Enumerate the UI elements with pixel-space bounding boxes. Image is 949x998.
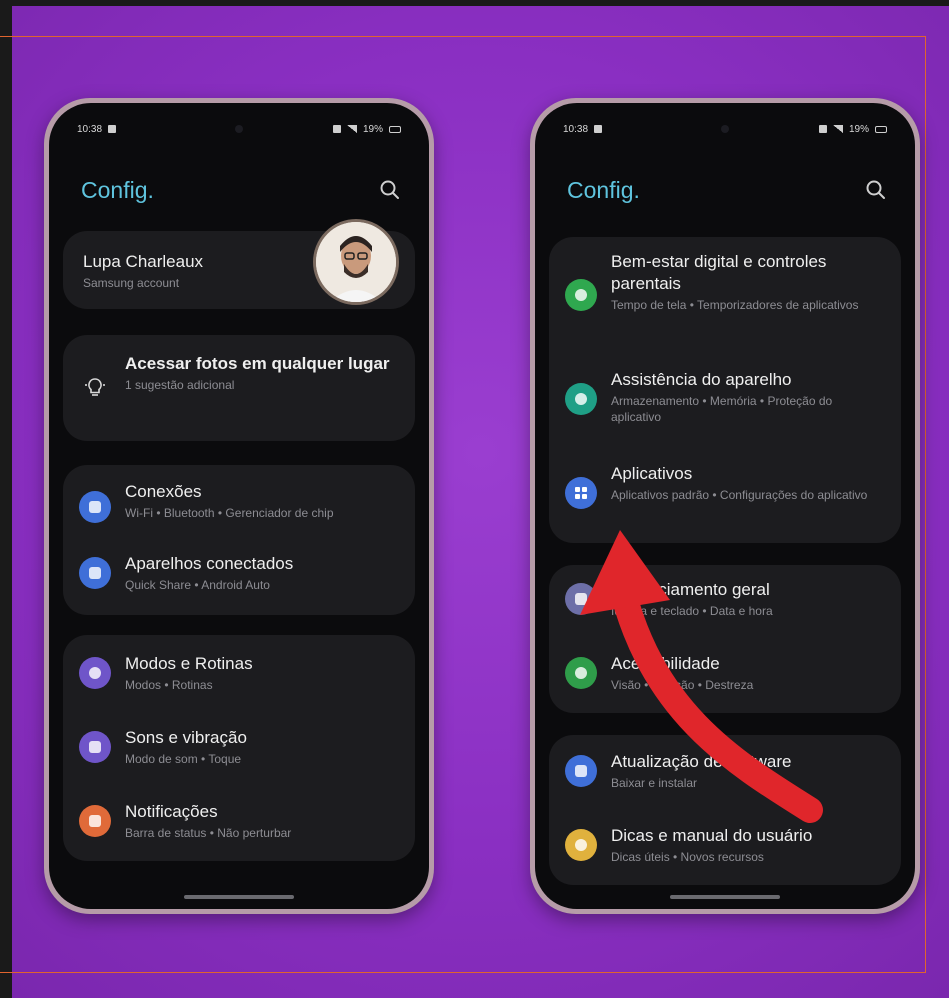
- status-time: 10:38: [563, 123, 589, 135]
- page-title: Config.: [81, 176, 154, 203]
- app-header: Config.: [567, 173, 887, 207]
- battery-percent: 19%: [362, 123, 383, 135]
- item-title: Notificações: [125, 802, 218, 821]
- signal-icon: [832, 125, 843, 133]
- right-phone: 10:38 19% Config. Bem-estar digital e co…: [530, 98, 920, 914]
- gallery-icon: [108, 125, 117, 133]
- item-subtitle: Barra de status • Não perturbar: [125, 826, 292, 840]
- item-title: Atualização de software: [611, 752, 792, 771]
- notification-icon: [79, 805, 111, 837]
- connections-group: Conexões Wi-Fi • Bluetooth • Gerenciador…: [63, 465, 415, 615]
- apps-icon: [565, 477, 597, 509]
- item-subtitle: Wi-Fi • Bluetooth • Gerenciador de chip: [125, 506, 334, 520]
- battery-icon: [875, 125, 887, 133]
- item-subtitle: Quick Share • Android Auto: [125, 578, 270, 592]
- avatar-photo: [316, 222, 396, 302]
- avatar[interactable]: [313, 219, 399, 305]
- item-title: Bem-estar digital e controles parentais: [611, 252, 827, 293]
- device-group: Bem-estar digital e controles parentais …: [549, 237, 901, 543]
- item-title: Modos e Rotinas: [125, 654, 253, 673]
- item-subtitle: Modos • Rotinas: [125, 678, 213, 692]
- suggestion-subtitle: 1 sugestão adicional: [125, 378, 235, 392]
- item-subtitle: Baixar e instalar: [611, 776, 698, 790]
- settings-item-accessibility[interactable]: Acessibilidade Visão • Audição • Destrez…: [549, 653, 901, 709]
- status-time: 10:38: [77, 123, 103, 135]
- wellbeing-icon: [565, 279, 597, 311]
- item-title: Aparelhos conectados: [125, 554, 294, 573]
- tips-icon: [565, 829, 597, 861]
- device-care-icon: [565, 383, 597, 415]
- settings-item-device-care[interactable]: Assistência do aparelho Armazenamento • …: [549, 369, 901, 443]
- settings-item-tips[interactable]: Dicas e manual do usuário Dicas úteis • …: [549, 825, 901, 881]
- item-title: Acessibilidade: [611, 654, 720, 673]
- settings-item-general-management[interactable]: Gerenciamento geral Idioma e teclado • D…: [549, 579, 901, 639]
- search-icon[interactable]: [865, 179, 887, 201]
- app-header: Config.: [81, 173, 401, 207]
- profile-account: Samsung account: [83, 276, 180, 290]
- item-subtitle: Dicas úteis • Novos recursos: [611, 850, 764, 864]
- modes-icon: [79, 657, 111, 689]
- accessibility-icon: [565, 657, 597, 689]
- settings-item-software-update[interactable]: Atualização de software Baixar e instala…: [549, 751, 901, 811]
- settings-item-sounds[interactable]: Sons e vibração Modo de som • Toque: [63, 727, 415, 787]
- suggestion-card[interactable]: Acessar fotos em qualquer lugar 1 sugest…: [63, 335, 415, 441]
- item-subtitle: Armazenamento • Memória • Proteção do ap…: [611, 394, 833, 424]
- item-title: Conexões: [125, 482, 202, 501]
- wifi-icon: [79, 491, 111, 523]
- devices-icon: [79, 557, 111, 589]
- settings-item-apps[interactable]: Aplicativos Aplicativos padrão • Configu…: [549, 463, 901, 537]
- left-phone-screen: 10:38 19% Config. Lupa Charleaux Samsung…: [49, 103, 429, 909]
- item-title: Aplicativos: [611, 464, 693, 483]
- item-subtitle: Modo de som • Toque: [125, 752, 242, 766]
- settings-item-connected-devices[interactable]: Aparelhos conectados Quick Share • Andro…: [63, 553, 415, 609]
- item-title: Dicas e manual do usuário: [611, 826, 813, 845]
- item-title: Assistência do aparelho: [611, 370, 792, 389]
- frame-line-top: [0, 36, 926, 37]
- home-indicator[interactable]: [184, 895, 294, 899]
- item-subtitle: Idioma e teclado • Data e hora: [611, 604, 773, 618]
- signal-icon: [346, 125, 357, 133]
- item-subtitle: Tempo de tela • Temporizadores de aplica…: [611, 298, 859, 312]
- settings-item-connections[interactable]: Conexões Wi-Fi • Bluetooth • Gerenciador…: [63, 479, 415, 539]
- home-indicator[interactable]: [670, 895, 780, 899]
- battery-icon: [389, 125, 401, 133]
- item-title: Sons e vibração: [125, 728, 247, 747]
- item-subtitle: Aplicativos padrão • Configurações do ap…: [611, 488, 868, 502]
- settings-item-notifications[interactable]: Notificações Barra de status • Não pertu…: [63, 801, 415, 857]
- item-subtitle: Visão • Audição • Destreza: [611, 678, 754, 692]
- item-title: Gerenciamento geral: [611, 580, 770, 599]
- settings-item-digital-wellbeing[interactable]: Bem-estar digital e controles parentais …: [549, 251, 901, 351]
- apps-grid-glyph: [575, 487, 587, 499]
- battery-percent: 19%: [848, 123, 869, 135]
- settings-item-modes[interactable]: Modos e Rotinas Modos • Rotinas: [63, 653, 415, 713]
- general-icon: [565, 583, 597, 615]
- front-camera: [235, 125, 243, 133]
- update-icon: [565, 755, 597, 787]
- profile-name: Lupa Charleaux: [83, 252, 204, 271]
- suggestion-title: Acessar fotos em qualquer lugar: [125, 354, 390, 373]
- lightbulb-icon: [85, 378, 105, 396]
- sound-modes-group: Modos e Rotinas Modos • Rotinas Sons e v…: [63, 635, 415, 861]
- dnd-icon: [332, 125, 341, 133]
- support-group: Atualização de software Baixar e instala…: [549, 735, 901, 885]
- front-camera: [721, 125, 729, 133]
- frame-line-right: [925, 36, 926, 973]
- profile-card[interactable]: Lupa Charleaux Samsung account: [63, 219, 415, 309]
- dnd-icon: [818, 125, 827, 133]
- search-icon[interactable]: [379, 179, 401, 201]
- page-title: Config.: [567, 176, 640, 203]
- frame-line-bottom: [0, 972, 926, 973]
- left-phone: 10:38 19% Config. Lupa Charleaux Samsung…: [44, 98, 434, 914]
- right-phone-screen: 10:38 19% Config. Bem-estar digital e co…: [535, 103, 915, 909]
- general-group: Gerenciamento geral Idioma e teclado • D…: [549, 565, 901, 713]
- gallery-icon: [594, 125, 603, 133]
- sound-icon: [79, 731, 111, 763]
